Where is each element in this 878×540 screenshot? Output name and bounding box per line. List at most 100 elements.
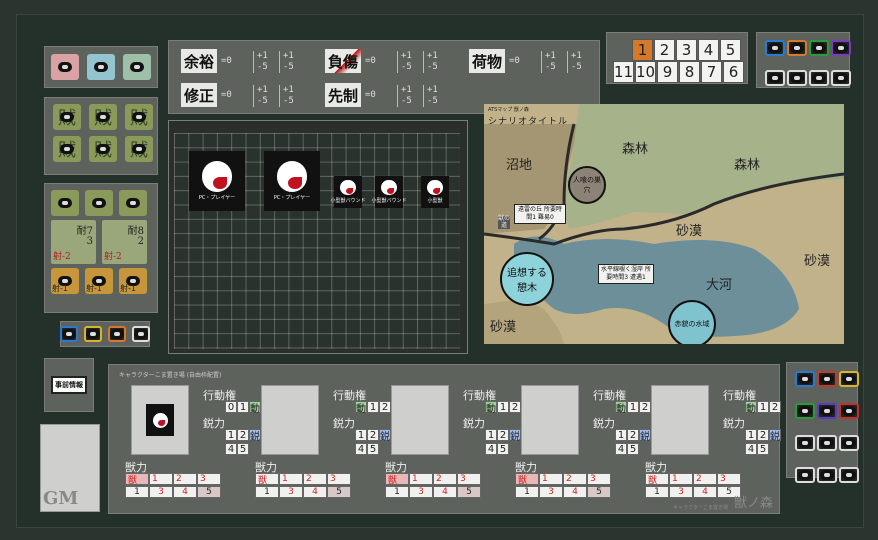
color-toggle-icon[interactable]	[809, 70, 829, 86]
bandit-token[interactable]: 賊	[125, 104, 153, 130]
color-toggle-icon[interactable]	[765, 40, 785, 56]
bandit-token[interactable]: 賊	[125, 136, 153, 162]
beast-cell[interactable]: 4	[303, 486, 327, 498]
stat-adjuster[interactable]: +1 -5	[541, 51, 563, 73]
action-cell[interactable]: 1	[627, 401, 639, 413]
character-piece[interactable]: PC・プレイヤー	[264, 151, 320, 211]
beast-token-small[interactable]: 射-1	[119, 268, 147, 294]
color-toggle-icon[interactable]	[84, 326, 102, 342]
beast-cell[interactable]: 5	[327, 486, 351, 498]
bandit-token[interactable]: 賊	[89, 136, 117, 162]
beast-token-large[interactable]: 耐8 2 射-2	[102, 220, 147, 264]
map-location[interactable]: 人喰の巣穴	[568, 166, 606, 204]
skill-cell[interactable]: 5	[237, 443, 249, 455]
skill-cell[interactable]: 鋭	[249, 429, 261, 443]
round-cell[interactable]: 10	[635, 61, 656, 83]
color-toggle-icon[interactable]	[765, 70, 785, 86]
beast-token-small[interactable]: 射-1	[51, 268, 79, 294]
round-cell[interactable]: 5	[720, 39, 741, 61]
beast-token-large[interactable]: 耐7 3 射-2	[51, 220, 96, 264]
character-piece[interactable]	[146, 404, 174, 436]
color-toggle-icon[interactable]	[839, 371, 859, 387]
beast-cell[interactable]: 1	[255, 486, 279, 498]
color-toggle-icon[interactable]	[795, 403, 815, 419]
skill-cell[interactable]: 1	[745, 429, 757, 441]
beast-cell[interactable]: 1	[125, 486, 149, 498]
action-cell[interactable]: 1	[757, 401, 769, 413]
beast-token-small[interactable]: 射-1	[85, 268, 113, 294]
skill-cell[interactable]: 5	[627, 443, 639, 455]
color-toggle-icon[interactable]	[809, 40, 829, 56]
beast-cell[interactable]: 獣	[385, 473, 409, 486]
character-slot[interactable]	[521, 385, 579, 455]
pre-info-button[interactable]: 事前情報	[51, 376, 87, 394]
round-cell[interactable]: 3	[676, 39, 697, 61]
color-toggle-icon[interactable]	[132, 326, 150, 342]
stat-adjuster[interactable]: +1 -5	[253, 51, 275, 73]
action-cell[interactable]: 1	[237, 401, 249, 413]
beast-cell[interactable]: 4	[433, 486, 457, 498]
skill-cell[interactable]: 鋭	[769, 429, 781, 443]
skill-cell[interactable]: 鋭	[509, 429, 521, 443]
round-cell[interactable]: 9	[657, 61, 678, 83]
beast-cell[interactable]: 獣	[645, 473, 669, 486]
skill-cell[interactable]: 4	[745, 443, 757, 455]
action-cell[interactable]: 2	[769, 401, 781, 413]
color-toggle-icon[interactable]	[60, 326, 78, 342]
beast-token-small[interactable]	[119, 190, 147, 216]
action-cell[interactable]: 動	[615, 401, 627, 415]
beast-cell[interactable]: 3	[149, 486, 173, 498]
beast-cell[interactable]: 4	[563, 486, 587, 498]
gm-box[interactable]: GM	[40, 424, 100, 512]
map-location[interactable]: 赤貌の水域	[668, 300, 716, 344]
skill-cell[interactable]: 4	[225, 443, 237, 455]
beast-cell[interactable]: 2	[563, 473, 587, 485]
round-cell[interactable]: 11	[613, 61, 634, 83]
beast-cell[interactable]: 1	[539, 473, 563, 485]
skill-cell[interactable]: 2	[237, 429, 249, 441]
action-cell[interactable]: 1	[497, 401, 509, 413]
action-cell[interactable]: 動	[355, 401, 367, 415]
beast-cell[interactable]: 1	[279, 473, 303, 485]
color-swatch[interactable]	[51, 54, 79, 80]
beast-cell[interactable]: 1	[149, 473, 173, 485]
skill-cell[interactable]: 5	[367, 443, 379, 455]
beast-cell[interactable]: 1	[409, 473, 433, 485]
action-cell[interactable]: 2	[509, 401, 521, 413]
beast-cell[interactable]: 3	[587, 473, 611, 485]
action-cell[interactable]: 0	[225, 401, 237, 413]
stat-adjuster[interactable]: +1 -5	[253, 85, 275, 107]
character-piece[interactable]: 小型獣	[421, 176, 449, 208]
color-toggle-icon[interactable]	[831, 70, 851, 86]
action-cell[interactable]: 1	[367, 401, 379, 413]
round-cell[interactable]: 1	[632, 39, 653, 61]
stat-adjuster[interactable]: +1 -5	[279, 85, 301, 107]
beast-token-small[interactable]	[85, 190, 113, 216]
color-toggle-icon[interactable]	[795, 371, 815, 387]
beast-token-small[interactable]	[51, 190, 79, 216]
beast-cell[interactable]: 3	[539, 486, 563, 498]
round-cell[interactable]: 4	[698, 39, 719, 61]
color-toggle-icon[interactable]	[787, 70, 807, 86]
beast-cell[interactable]: 1	[645, 486, 669, 498]
skill-cell[interactable]: 鋭	[639, 429, 651, 443]
skill-cell[interactable]: 2	[627, 429, 639, 441]
beast-cell[interactable]: 2	[173, 473, 197, 485]
beast-cell[interactable]: 獣	[125, 473, 149, 486]
area-map[interactable]: ATSマップ 獣ノ森 シナリオタイトル 沼地 森林 森林 砂漠 砂漠 大河 砂漠 人喰の巣穴追…	[484, 104, 844, 344]
color-toggle-icon[interactable]	[787, 40, 807, 56]
skill-cell[interactable]: 5	[757, 443, 769, 455]
color-toggle-icon[interactable]	[795, 435, 815, 451]
action-cell[interactable]: 動	[485, 401, 497, 415]
stat-adjuster[interactable]: +1 -5	[397, 51, 419, 73]
beast-cell[interactable]: 3	[717, 473, 741, 485]
round-cell[interactable]: 6	[723, 61, 744, 83]
color-toggle-icon[interactable]	[817, 435, 837, 451]
action-cell[interactable]: 2	[379, 401, 391, 413]
color-toggle-icon[interactable]	[831, 40, 851, 56]
stat-adjuster[interactable]: +1 -5	[279, 51, 301, 73]
round-cell[interactable]: 7	[701, 61, 722, 83]
bandit-token[interactable]: 賊	[53, 136, 81, 162]
beast-cell[interactable]: 2	[693, 473, 717, 485]
beast-cell[interactable]: 2	[303, 473, 327, 485]
